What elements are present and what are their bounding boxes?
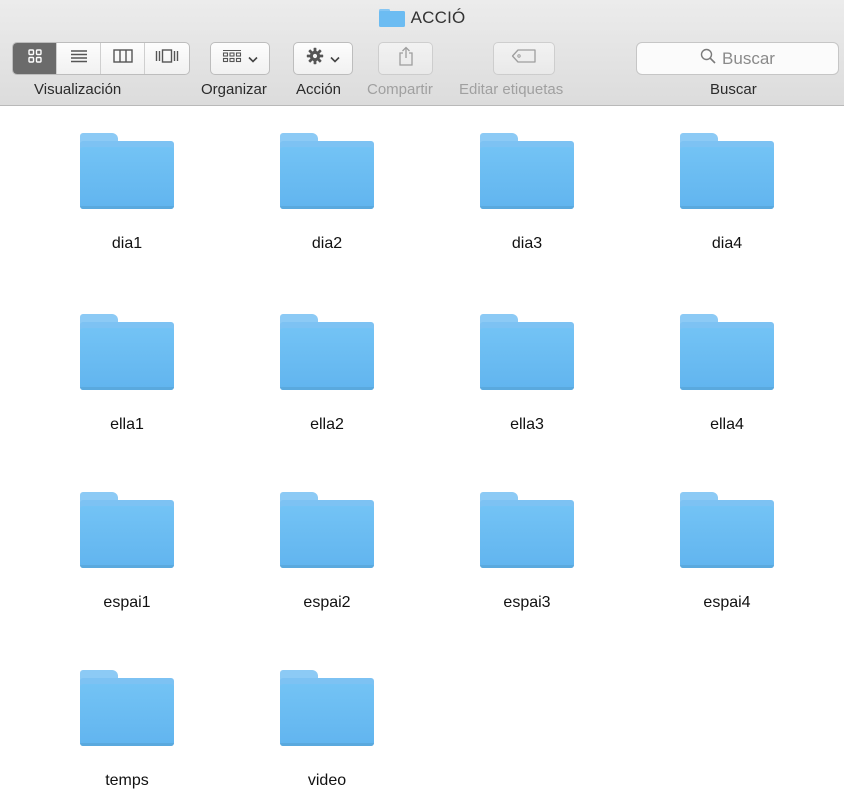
finder-toolbar: ACCIÓ Buscar Visualización Organizar Acc…	[0, 0, 844, 106]
folder-icon	[480, 314, 574, 390]
magnifier-icon	[700, 48, 716, 69]
folder-item[interactable]: dia3	[447, 133, 607, 253]
folder-name: espai3	[503, 594, 551, 611]
folder-item[interactable]: video	[247, 670, 407, 790]
organize-button[interactable]	[210, 42, 270, 75]
icon-view-button[interactable]	[13, 43, 57, 74]
folder-name: espai1	[103, 594, 151, 611]
folder-name: ella1	[110, 416, 144, 433]
folder-icon	[680, 314, 774, 390]
folder-item[interactable]: espai1	[47, 492, 207, 612]
list-view-button[interactable]	[57, 43, 101, 74]
folder-name: ella2	[310, 416, 344, 433]
folder-item[interactable]: dia4	[647, 133, 807, 253]
share-icon	[398, 46, 414, 71]
folder-icon	[280, 314, 374, 390]
folder-icon	[480, 133, 574, 209]
share-label: Compartir	[367, 81, 433, 98]
folder-item[interactable]: temps	[47, 670, 207, 790]
folder-name: dia3	[511, 235, 543, 252]
share-button[interactable]	[378, 42, 433, 75]
organize-label: Organizar	[201, 81, 267, 98]
view-mode-control	[12, 42, 190, 75]
folder-item[interactable]: espai4	[647, 492, 807, 612]
folder-name: espai2	[303, 594, 351, 611]
folder-icon	[480, 492, 574, 568]
folder-icon	[280, 133, 374, 209]
action-button[interactable]	[293, 42, 353, 75]
folder-name: dia2	[311, 235, 343, 252]
folder-icon	[80, 492, 174, 568]
folder-name: ella3	[510, 416, 544, 433]
search-field[interactable]: Buscar	[636, 42, 839, 75]
chevron-down-icon	[248, 50, 258, 68]
folder-item[interactable]: ella4	[647, 314, 807, 434]
folder-icon	[378, 9, 405, 27]
folder-name: dia1	[111, 235, 143, 252]
columns-icon	[112, 49, 133, 68]
folder-grid: dia1 dia2 dia3 dia4 ella1 ella2 ella3 el…	[0, 107, 844, 795]
folder-icon	[280, 670, 374, 746]
folder-icon	[80, 314, 174, 390]
folder-name: temps	[105, 772, 149, 789]
chevron-down-icon	[330, 50, 340, 68]
grid-icon	[27, 49, 42, 68]
folder-name: dia4	[711, 235, 743, 252]
folder-item[interactable]: ella2	[247, 314, 407, 434]
folder-item[interactable]: espai3	[447, 492, 607, 612]
folder-name: ella4	[710, 416, 744, 433]
folder-item[interactable]: dia2	[247, 133, 407, 253]
window-title: ACCIÓ	[410, 8, 466, 27]
search-label: Buscar	[710, 81, 757, 98]
group-icon	[222, 49, 242, 68]
gear-icon	[306, 47, 324, 70]
folder-item[interactable]: ella3	[447, 314, 607, 434]
window-titlebar: ACCIÓ	[0, 4, 844, 32]
action-label: Acción	[296, 81, 342, 98]
search-placeholder: Buscar	[722, 48, 775, 68]
folder-icon	[680, 133, 774, 209]
edit-tags-button[interactable]	[493, 42, 555, 75]
folder-name: espai4	[703, 594, 751, 611]
view-label: Visualización	[34, 81, 122, 98]
folder-icon	[680, 492, 774, 568]
folder-icon	[80, 133, 174, 209]
tag-icon	[511, 49, 537, 68]
column-view-button[interactable]	[101, 43, 145, 74]
folder-item[interactable]: ella1	[47, 314, 207, 434]
coverflow-view-button[interactable]	[145, 43, 189, 74]
folder-icon	[80, 670, 174, 746]
coverflow-icon	[155, 49, 179, 68]
list-icon	[70, 49, 88, 68]
edit-tags-label: Editar etiquetas	[459, 81, 564, 98]
folder-item[interactable]: espai2	[247, 492, 407, 612]
folder-item[interactable]: dia1	[47, 133, 207, 253]
folder-icon	[280, 492, 374, 568]
folder-name: video	[307, 772, 347, 789]
